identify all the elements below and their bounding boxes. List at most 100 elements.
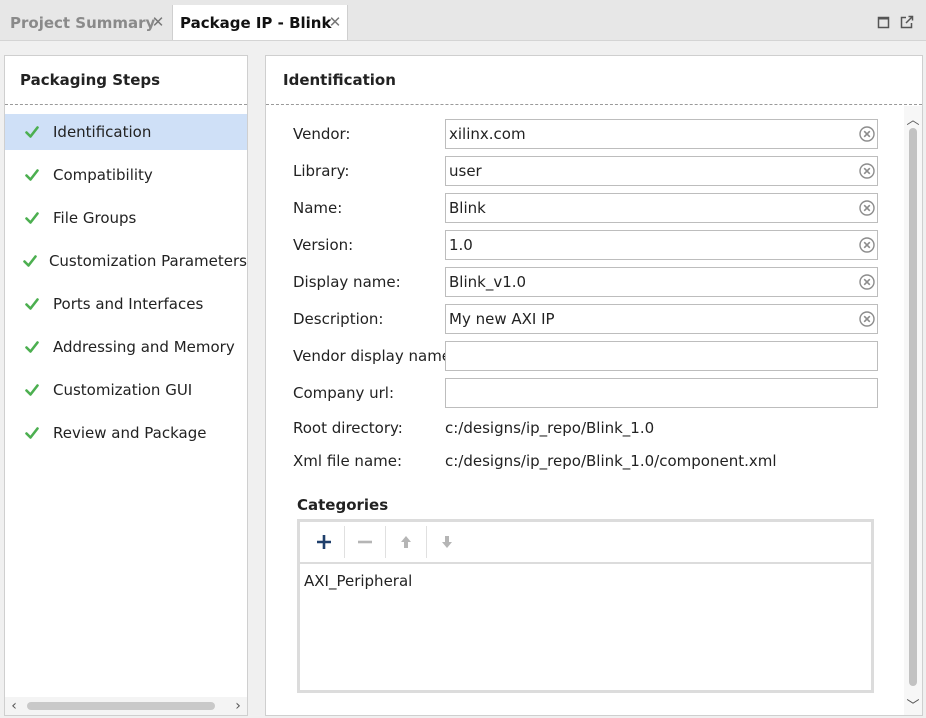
step-customization-parameters[interactable]: Customization Parameters <box>5 243 247 279</box>
step-customization-gui[interactable]: Customization GUI <box>5 372 247 408</box>
arrow-up-icon <box>401 536 411 548</box>
company-url-field-box <box>445 378 878 408</box>
panel-title: Packaging Steps <box>5 56 247 105</box>
step-label: Customization GUI <box>53 381 193 399</box>
check-icon <box>5 254 49 268</box>
plus-icon <box>317 535 331 549</box>
vendor-row: Vendor: <box>293 119 878 149</box>
identification-panel: Identification Vendor: Library: Name: Ve… <box>265 55 923 716</box>
check-icon <box>5 426 53 440</box>
display-name-input[interactable] <box>446 269 849 295</box>
step-label: Customization Parameters <box>48 252 247 270</box>
vendor-label: Vendor: <box>293 125 351 143</box>
clear-icon[interactable] <box>859 311 875 327</box>
library-field-box <box>445 156 878 186</box>
step-compatibility[interactable]: Compatibility <box>5 157 247 193</box>
add-category-button[interactable] <box>304 526 345 558</box>
name-row: Name: <box>293 193 878 223</box>
description-field-box <box>445 304 878 334</box>
description-label: Description: <box>293 310 384 328</box>
root-directory-row: Root directory: c:/designs/ip_repo/Blink… <box>293 413 654 443</box>
vendor-display-name-label: Vendor display name: <box>293 347 457 365</box>
scroll-up-icon[interactable]: ︿ <box>904 109 922 128</box>
scrollbar-thumb[interactable] <box>909 128 917 686</box>
tab-label: Project Summary <box>10 13 156 32</box>
vendor-input[interactable] <box>446 121 849 147</box>
tab-project-summary[interactable]: Project Summary ✕ <box>0 5 170 40</box>
scroll-down-icon[interactable]: ﹀ <box>904 695 922 714</box>
vertical-scrollbar[interactable]: ︿ ﹀ <box>904 106 922 715</box>
check-icon <box>5 168 53 182</box>
company-url-label: Company url: <box>293 384 395 402</box>
name-field-box <box>445 193 878 223</box>
categories-toolbar <box>300 522 871 564</box>
close-icon[interactable]: ✕ <box>150 13 166 31</box>
version-row: Version: <box>293 230 878 260</box>
minus-icon <box>358 540 372 544</box>
horizontal-scrollbar[interactable]: ‹ › <box>5 697 247 715</box>
step-label: File Groups <box>53 209 137 227</box>
packaging-steps-panel: Packaging Steps Identification Compatibi… <box>4 55 248 716</box>
version-field-box <box>445 230 878 260</box>
company-url-input[interactable] <box>446 380 849 406</box>
categories-title: Categories <box>297 496 389 514</box>
float-window-icon[interactable] <box>900 15 914 29</box>
library-label: Library: <box>293 162 350 180</box>
step-label: Addressing and Memory <box>53 338 235 356</box>
remove-category-button[interactable] <box>345 526 386 558</box>
scroll-left-icon[interactable]: ‹ <box>5 697 23 715</box>
library-row: Library: <box>293 156 878 186</box>
scroll-right-icon[interactable]: › <box>229 697 247 715</box>
root-directory-label: Root directory: <box>293 419 403 437</box>
categories-box: AXI_Peripheral <box>297 519 874 693</box>
step-ports-and-interfaces[interactable]: Ports and Interfaces <box>5 286 247 322</box>
check-icon <box>5 125 53 139</box>
root-directory-value: c:/designs/ip_repo/Blink_1.0 <box>445 419 655 437</box>
move-up-button[interactable] <box>386 526 427 558</box>
vendor-display-name-input[interactable] <box>446 343 849 369</box>
version-label: Version: <box>293 236 354 254</box>
description-row: Description: <box>293 304 878 334</box>
vendor-display-name-row: Vendor display name: <box>293 341 878 371</box>
step-label: Review and Package <box>53 424 207 442</box>
editor-tab-bar: Project Summary ✕ Package IP - Blink ✕ <box>0 0 926 41</box>
library-input[interactable] <box>446 158 849 184</box>
move-down-button[interactable] <box>427 526 467 558</box>
xml-file-name-row: Xml file name: c:/designs/ip_repo/Blink_… <box>293 446 777 476</box>
clear-icon[interactable] <box>859 126 875 142</box>
arrow-down-icon <box>442 536 452 548</box>
xml-file-name-value: c:/designs/ip_repo/Blink_1.0/component.x… <box>445 452 777 470</box>
clear-icon[interactable] <box>859 237 875 253</box>
clear-icon[interactable] <box>859 163 875 179</box>
version-input[interactable] <box>446 232 849 258</box>
step-label: Compatibility <box>53 166 153 184</box>
panel-title: Identification <box>266 56 922 105</box>
xml-file-name-label: Xml file name: <box>293 452 403 470</box>
list-item[interactable]: AXI_Peripheral <box>300 564 871 590</box>
step-file-groups[interactable]: File Groups <box>5 200 247 236</box>
company-url-row: Company url: <box>293 378 878 408</box>
check-icon <box>5 211 53 225</box>
vendor-display-name-field-box <box>445 341 878 371</box>
display-name-field-box <box>445 267 878 297</box>
scrollbar-thumb[interactable] <box>27 702 215 710</box>
tab-package-ip-blink[interactable]: Package IP - Blink ✕ <box>172 5 348 40</box>
name-input[interactable] <box>446 195 849 221</box>
step-label: Ports and Interfaces <box>53 295 204 313</box>
display-name-label: Display name: <box>293 273 401 291</box>
packaging-steps-list: Identification Compatibility File Groups… <box>5 114 247 458</box>
maximize-icon[interactable] <box>877 15 891 29</box>
clear-icon[interactable] <box>859 274 875 290</box>
close-icon[interactable]: ✕ <box>327 13 343 31</box>
name-label: Name: <box>293 199 343 217</box>
display-name-row: Display name: <box>293 267 878 297</box>
check-icon <box>5 383 53 397</box>
clear-icon[interactable] <box>859 200 875 216</box>
vendor-field-box <box>445 119 878 149</box>
step-review-and-package[interactable]: Review and Package <box>5 415 247 451</box>
step-addressing-and-memory[interactable]: Addressing and Memory <box>5 329 247 365</box>
step-identification[interactable]: Identification <box>5 114 247 150</box>
description-input[interactable] <box>446 306 849 332</box>
step-label: Identification <box>53 123 152 141</box>
tab-label: Package IP - Blink <box>180 13 332 32</box>
